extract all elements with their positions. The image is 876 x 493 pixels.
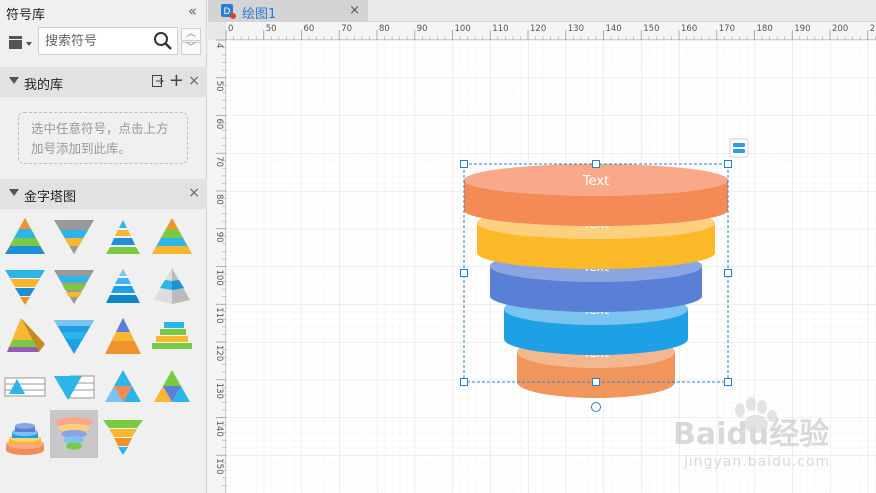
v-ruler-label: 50 <box>214 81 224 92</box>
export-library-icon[interactable] <box>152 75 164 87</box>
inverted-pyramid-gray-bands-shape[interactable] <box>50 262 98 310</box>
h-ruler-label: 180 <box>757 24 773 34</box>
h-ruler-label: 210 <box>870 24 876 34</box>
pyramid-3d-side-shape[interactable] <box>1 312 49 360</box>
h-ruler-label: 160 <box>681 24 697 34</box>
panel-title: 符号库 <box>6 8 46 23</box>
tab-label: 绘图1 <box>242 7 277 22</box>
empty-library-hint: 选中任意符号，点击上方 加号添加到此库。 <box>18 112 188 164</box>
pyramid-3d-gray-shape[interactable] <box>148 262 196 310</box>
expand-triangle-icon <box>9 77 19 84</box>
v-ruler-label: 140 <box>214 421 224 437</box>
symbol-library-panel: 符号库 « ︿ ﹀ 我的库 + × 选中任意符号，点击上方 <box>0 0 207 493</box>
h-ruler-label: 80 <box>379 24 390 34</box>
floating-menu-icon[interactable] <box>729 138 749 158</box>
panel-header: 符号库 « <box>0 0 207 24</box>
v-ruler-label: 120 <box>214 345 224 361</box>
v-ruler-label: 150 <box>214 458 224 474</box>
search-icon[interactable] <box>153 31 173 51</box>
canvas-drawing: 0 50 60 70 80 90 100 110 120 130 140 150 160 170 180 19… <box>208 22 876 493</box>
v-ruler-label: 110 <box>214 307 224 323</box>
funnel-layer-1[interactable]: Text <box>464 164 728 226</box>
scroll-down-button[interactable]: ﹀ <box>181 42 201 55</box>
watermark-brand: Baidu经验 <box>673 417 829 452</box>
resize-handle-n[interactable] <box>592 160 600 168</box>
cylinder-stack-shape[interactable] <box>1 412 49 460</box>
pyramid-section-title: 金字塔图 <box>24 190 77 205</box>
rotate-handle[interactable] <box>591 402 601 412</box>
h-ruler-label: 50 <box>266 24 277 34</box>
stacked-blocks-3d-shape[interactable] <box>148 312 196 360</box>
resize-handle-s[interactable] <box>592 378 600 386</box>
scroll-up-button[interactable]: ︿ <box>181 28 201 41</box>
pyramid-colored-tall-shape[interactable] <box>148 212 196 260</box>
pyramid-section-header[interactable]: 金字塔图 × <box>0 179 207 209</box>
h-ruler-label: 110 <box>492 24 508 34</box>
document-icon: D <box>221 4 236 19</box>
close-my-library-icon[interactable]: × <box>188 73 200 89</box>
inverted-pyramid-colored-shape[interactable] <box>1 262 49 310</box>
v-ruler-label: 70 <box>214 156 224 167</box>
resize-handle-e[interactable] <box>724 269 732 277</box>
triangle-segmented-shape[interactable] <box>99 362 147 410</box>
funnel-cylinder-stack-shape[interactable] <box>50 410 98 458</box>
h-ruler-label: 150 <box>643 24 659 34</box>
h-ruler-label: 170 <box>719 24 735 34</box>
resize-handle-nw[interactable] <box>460 160 468 168</box>
empty-hint-line2: 加号添加到此库。 <box>31 141 132 156</box>
inverted-pyramid-blue-shape[interactable] <box>50 312 98 360</box>
h-ruler-label: 60 <box>304 24 315 34</box>
h-ruler-label: 130 <box>568 24 584 34</box>
h-ruler-label: 100 <box>455 24 471 34</box>
h-ruler-label: 70 <box>341 24 352 34</box>
v-ruler-label: 100 <box>214 270 224 286</box>
document-tab-bar: D 绘图1 × <box>208 0 876 22</box>
search-box <box>38 27 178 55</box>
collapse-panel-icon[interactable]: « <box>188 2 197 20</box>
pyramid-with-table-shape[interactable] <box>1 362 49 410</box>
pyramid-stacked-small-shape[interactable] <box>99 212 147 260</box>
layer-label[interactable]: Text <box>582 174 609 189</box>
resize-handle-ne[interactable] <box>724 160 732 168</box>
h-ruler-label: 190 <box>794 24 810 34</box>
pyramid-3d-orange-shape[interactable] <box>99 312 147 360</box>
v-ruler-label: 60 <box>214 119 224 130</box>
close-tab-icon[interactable]: × <box>349 3 360 18</box>
funnel-triangle-layers-shape[interactable] <box>99 412 147 460</box>
my-library-title: 我的库 <box>24 78 64 93</box>
library-menu-icon[interactable] <box>8 33 34 51</box>
v-ruler-label: 130 <box>214 383 224 399</box>
h-ruler-label: 200 <box>832 24 848 34</box>
pyramid-colored-bands-shape[interactable] <box>1 212 49 260</box>
h-ruler-label: 0 <box>228 24 233 34</box>
triangle-segmented-dark-shape[interactable] <box>148 362 196 410</box>
search-row: ︿ ﹀ <box>0 27 207 57</box>
drawing-canvas[interactable]: 0 50 60 70 80 90 100 110 120 130 140 150 160 170 180 19… <box>208 22 876 493</box>
watermark-url: jingyan.baidu.com <box>683 454 830 470</box>
resize-handle-sw[interactable] <box>460 378 468 386</box>
search-input[interactable] <box>39 28 151 54</box>
pyramid-blue-layers-shape[interactable] <box>99 262 147 310</box>
h-ruler-label: 140 <box>606 24 622 34</box>
h-ruler-label: 120 <box>530 24 546 34</box>
my-library-header[interactable]: 我的库 + × <box>0 67 207 97</box>
close-pyramid-section-icon[interactable]: × <box>188 185 200 201</box>
add-to-library-icon[interactable]: + <box>169 70 184 91</box>
v-ruler-label: 90 <box>214 232 224 243</box>
tab-drawing-1[interactable]: D 绘图1 × <box>208 0 368 22</box>
resize-handle-se[interactable] <box>724 378 732 386</box>
svg-text:D: D <box>224 7 231 17</box>
empty-hint-line1: 选中任意符号，点击上方 <box>31 121 169 136</box>
ruler-corner <box>208 22 226 40</box>
expand-triangle-icon <box>9 189 19 196</box>
h-ruler-label: 90 <box>417 24 428 34</box>
inverted-pyramid-gray-shape[interactable] <box>50 212 98 260</box>
inverted-pyramid-with-table-shape[interactable] <box>50 362 98 410</box>
resize-handle-w[interactable] <box>460 269 468 277</box>
v-ruler-label: 80 <box>214 194 224 205</box>
